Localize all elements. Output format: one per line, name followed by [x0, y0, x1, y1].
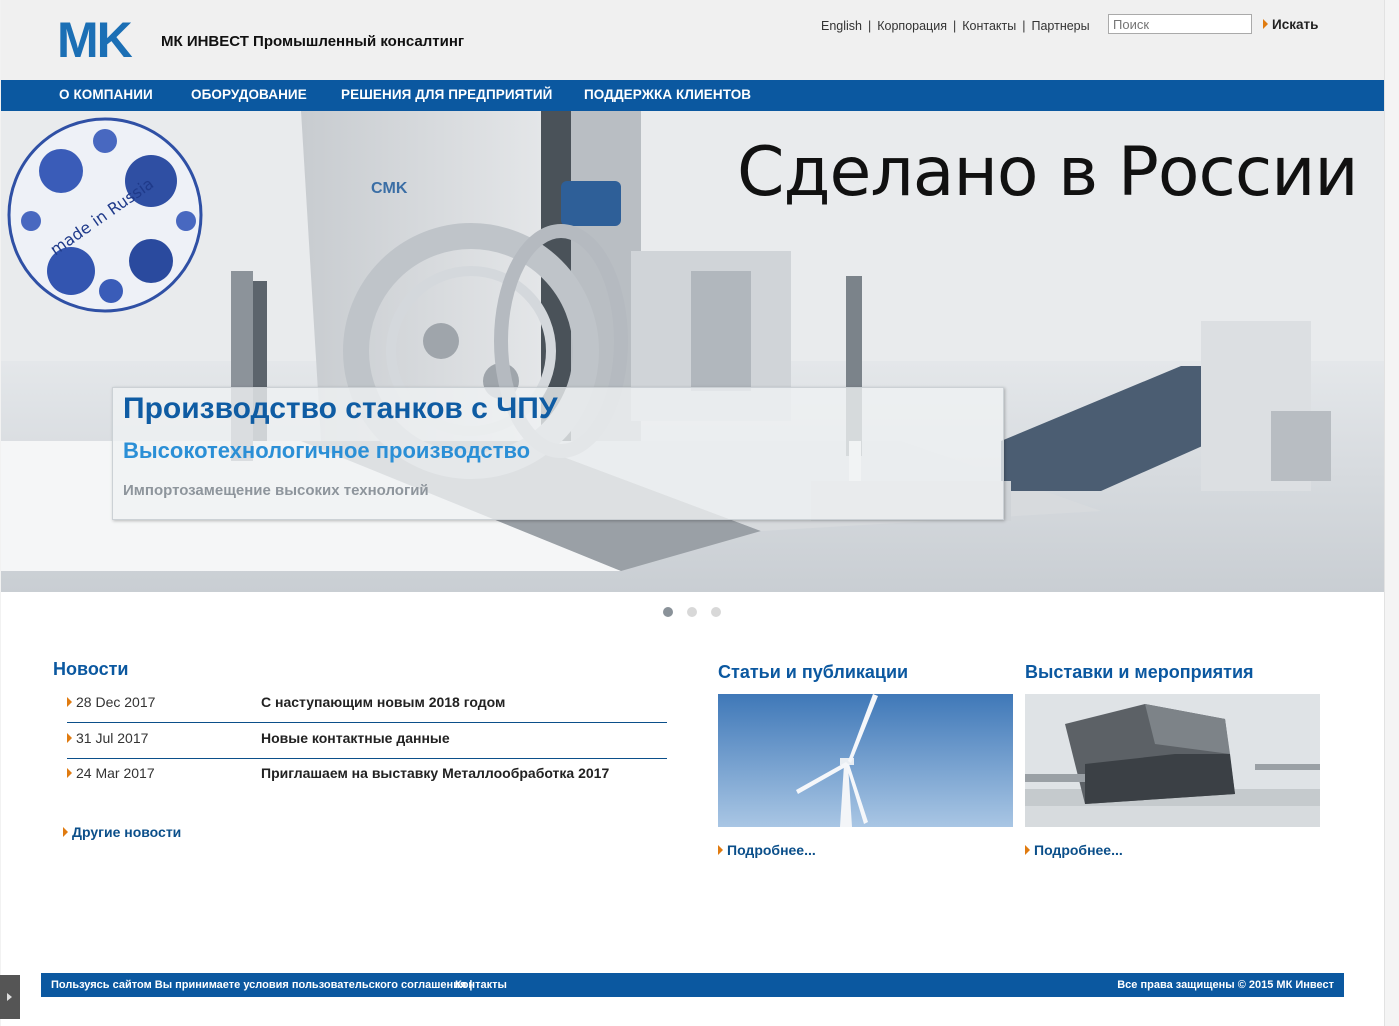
slider-dot-1[interactable]: [663, 607, 673, 617]
caption-title: Производство станков с ЧПУ: [123, 392, 558, 425]
news-item[interactable]: 24 Mar 2017 Приглашаем на выставку Метал…: [67, 759, 667, 793]
arrow-right-icon: [67, 768, 72, 778]
more-news-link[interactable]: Другие новости: [63, 824, 181, 840]
arrow-right-icon: [67, 697, 72, 707]
hero-caption: Производство станков с ЧПУ Высокотехноло…: [112, 387, 1004, 520]
news-title[interactable]: Новости: [53, 659, 128, 680]
svg-text:CMK: CMK: [371, 180, 408, 197]
news-title-link[interactable]: Новые контактные данные: [261, 730, 450, 746]
events-more-label: Подробнее...: [1034, 842, 1123, 858]
link-partners[interactable]: Партнеры: [1031, 19, 1089, 33]
main-nav: О КОМПАНИИ ОБОРУДОВАНИЕ РЕШЕНИЯ ДЛЯ ПРЕД…: [1, 80, 1384, 111]
arrow-right-icon: [1263, 19, 1268, 29]
search-input[interactable]: [1108, 14, 1252, 34]
events-image[interactable]: [1025, 694, 1320, 827]
articles-image[interactable]: [718, 694, 1013, 827]
nav-item-company[interactable]: О КОМПАНИИ: [59, 87, 153, 102]
news-title-link[interactable]: Приглашаем на выставку Металлообработка …: [261, 765, 609, 781]
footer: Пользуясь сайтом Вы принимаете условия п…: [41, 973, 1344, 997]
events-title[interactable]: Выставки и мероприятия: [1025, 662, 1254, 683]
articles-title[interactable]: Статьи и публикации: [718, 662, 908, 683]
articles-more-link[interactable]: Подробнее...: [718, 842, 816, 858]
footer-contacts-link[interactable]: Контакты: [455, 979, 507, 991]
arrow-right-icon: [718, 845, 723, 855]
articles-more-label: Подробнее...: [727, 842, 816, 858]
news-item[interactable]: 31 Jul 2017 Новые контактные данные: [67, 724, 667, 759]
link-contacts[interactable]: Контакты: [962, 19, 1016, 33]
nav-item-solutions[interactable]: РЕШЕНИЯ ДЛЯ ПРЕДПРИЯТИЙ: [341, 87, 552, 102]
page: MK МК ИНВЕСТ Промышленный консалтинг Eng…: [1, 0, 1384, 1026]
slider-dot-3[interactable]: [711, 607, 721, 617]
nav-item-equipment[interactable]: ОБОРУДОВАНИЕ: [191, 87, 307, 102]
footer-copyright: Все права защищены © 2015 МК Инвест: [1117, 979, 1334, 991]
site-logo[interactable]: MK: [57, 12, 133, 68]
more-news-label: Другие новости: [72, 824, 182, 840]
arrow-right-icon: [67, 733, 72, 743]
footer-agreement[interactable]: Пользуясь сайтом Вы принимаете условия п…: [51, 979, 473, 991]
search-button-label: Искать: [1272, 17, 1319, 32]
hero-slider[interactable]: CMK made in Russia Сделано в России Прои…: [1, 111, 1384, 592]
news-date: 31 Jul 2017: [76, 730, 149, 746]
events-more-link[interactable]: Подробнее...: [1025, 842, 1123, 858]
link-english[interactable]: English: [821, 19, 862, 33]
news-date: 28 Dec 2017: [76, 694, 156, 710]
company-name: МК ИНВЕСТ Промышленный консалтинг: [161, 33, 465, 50]
scrollbar[interactable]: [1384, 0, 1399, 1026]
link-corporation[interactable]: Корпорация: [877, 19, 947, 33]
wind-turbine-image: [718, 694, 1013, 827]
exhibition-building-image: [1025, 694, 1320, 827]
search-button[interactable]: Искать: [1263, 17, 1318, 32]
header: MK МК ИНВЕСТ Промышленный консалтинг Eng…: [1, 0, 1384, 80]
caption-subtitle: Высокотехнологичное производство: [123, 438, 531, 463]
arrow-right-icon: [63, 827, 68, 837]
top-links: English | Корпорация | Контакты | Партнеры: [821, 19, 1090, 33]
slider-dot-2[interactable]: [687, 607, 697, 617]
news-date: 24 Mar 2017: [76, 765, 155, 781]
nav-item-support[interactable]: ПОДДЕРЖКА КЛИЕНТОВ: [584, 87, 751, 102]
caption-text: Импортозамещение высоких технологий: [123, 482, 429, 499]
news-title-link[interactable]: С наступающим новым 2018 годом: [261, 694, 505, 710]
arrow-right-icon: [1025, 845, 1030, 855]
news-item[interactable]: 28 Dec 2017 С наступающим новым 2018 год…: [67, 688, 667, 723]
hero-title: Сделано в России: [737, 133, 1359, 212]
side-panel-toggle[interactable]: [0, 975, 20, 1019]
